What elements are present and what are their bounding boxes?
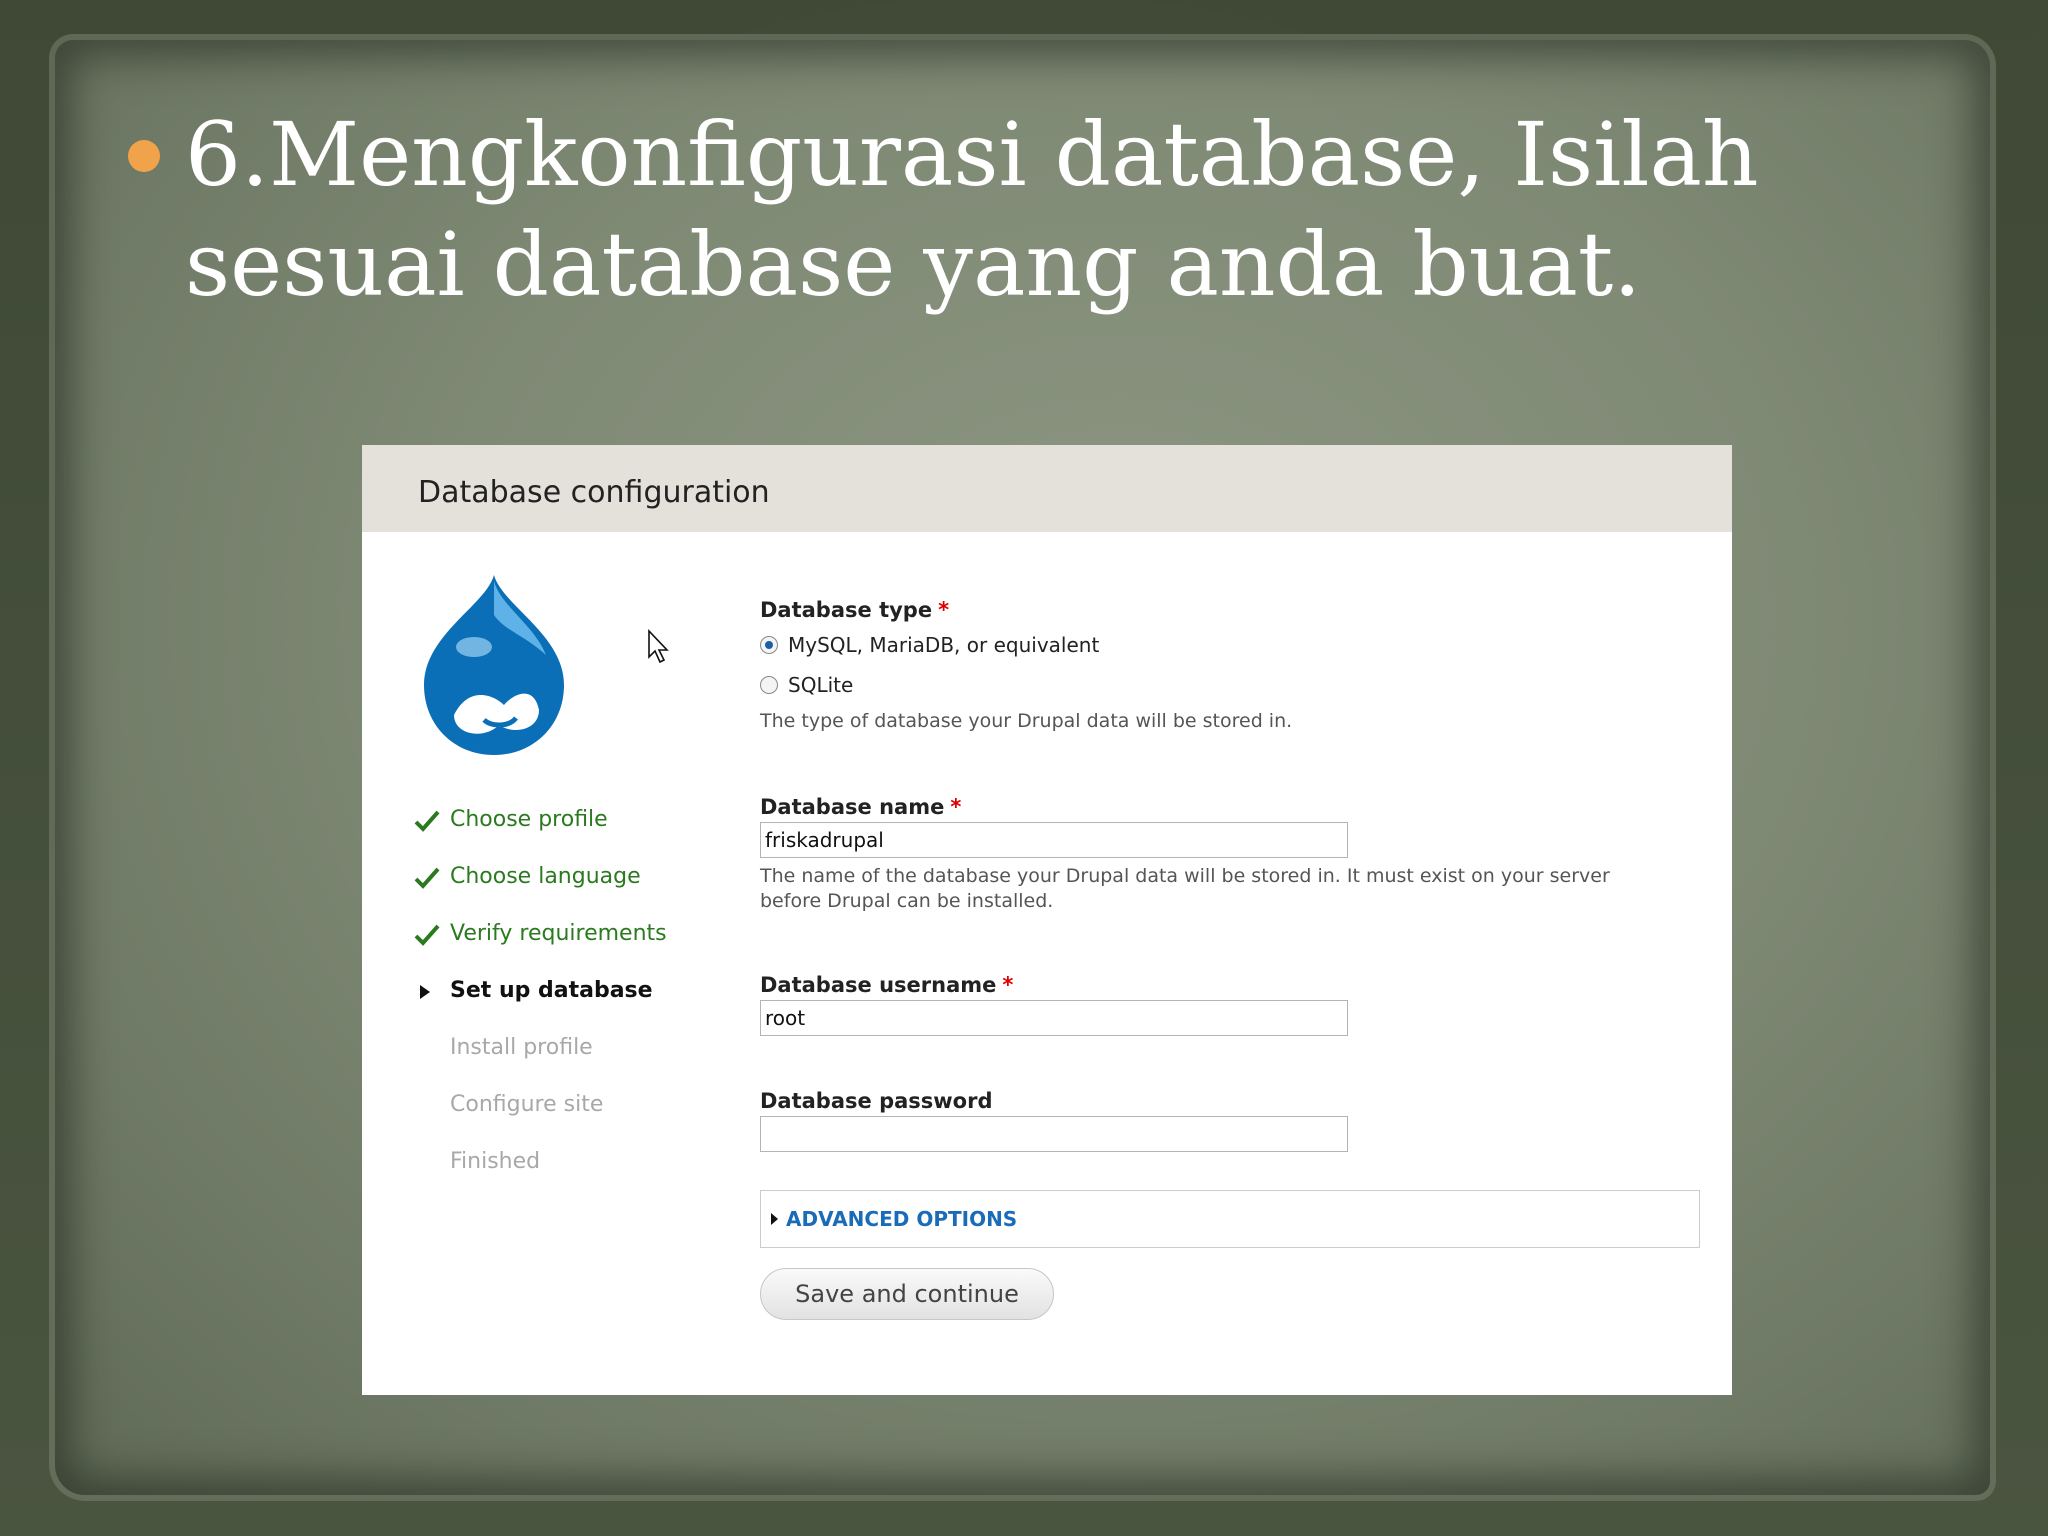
step-label: Install profile [450, 1035, 593, 1060]
step-label: Finished [450, 1149, 541, 1174]
step-label: Verify requirements [450, 921, 667, 946]
step-verify-requirements: Verify requirements [414, 919, 734, 976]
step-label: Configure site [450, 1092, 604, 1117]
db-type-label-text: Database type [760, 598, 933, 622]
mouse-pointer-icon [648, 629, 669, 664]
slide-title: 6.Mengkonfigurasi database, Isilah sesua… [185, 103, 1759, 316]
step-choose-profile: Choose profile [414, 805, 734, 862]
db-name-description: The name of the database your Drupal dat… [760, 865, 1610, 912]
db-username-label: Database username * [760, 970, 1710, 1000]
checkmark-icon [414, 810, 440, 832]
db-username-label-text: Database username [760, 973, 997, 997]
db-password-group: Database password [760, 1086, 1710, 1152]
database-form: Database type * MySQL, MariaDB, or equiva… [760, 595, 1710, 1320]
step-set-up-database: Set up database [414, 976, 734, 1033]
db-type-label: Database type * [760, 595, 1710, 625]
panel-heading: Database configuration [418, 475, 770, 510]
checkmark-icon [414, 924, 440, 946]
step-label: Choose profile [450, 807, 608, 832]
save-and-continue-button[interactable]: Save and continue [760, 1268, 1054, 1320]
step-finished: Finished [414, 1147, 734, 1204]
bullet-dot [128, 140, 160, 172]
radio-label: SQLite [788, 673, 854, 697]
db-username-input[interactable] [760, 1000, 1348, 1036]
drupal-drop-icon [424, 575, 564, 755]
installer-screenshot: Database configuration Choose profile Ch… [362, 445, 1732, 1395]
step-label: Set up database [450, 978, 653, 1003]
db-name-label-text: Database name [760, 795, 945, 819]
triangle-right-icon [771, 1213, 778, 1225]
panel-header: Database configuration [362, 445, 1732, 532]
db-type-group: Database type * MySQL, MariaDB, or equiva… [760, 595, 1710, 734]
triangle-right-icon [420, 985, 430, 999]
advanced-options-label: ADVANCED OPTIONS [786, 1207, 1018, 1231]
step-label: Choose language [450, 864, 641, 889]
db-type-description: The type of database your Drupal data wi… [760, 710, 1293, 732]
required-mark: * [1002, 973, 1014, 997]
db-password-label: Database password [760, 1089, 993, 1113]
required-mark: * [950, 795, 962, 819]
step-choose-language: Choose language [414, 862, 734, 919]
radio-button[interactable] [760, 676, 778, 694]
radio-option-sqlite[interactable]: SQLite [760, 665, 1710, 705]
installer-steps: Choose profile Choose language Verify re… [414, 805, 734, 1204]
db-name-group: Database name* The name of the database … [760, 792, 1710, 914]
db-password-input[interactable] [760, 1116, 1348, 1152]
db-name-input[interactable] [760, 822, 1348, 858]
advanced-options-toggle[interactable]: ADVANCED OPTIONS [760, 1190, 1700, 1248]
db-username-group: Database username * [760, 970, 1710, 1036]
radio-button[interactable] [760, 636, 778, 654]
db-name-label: Database name * [760, 792, 1710, 822]
checkmark-icon [414, 867, 440, 889]
radio-label: MySQL, MariaDB, or equivalent [788, 633, 1100, 657]
radio-option-mysql[interactable]: MySQL, MariaDB, or equivalent [760, 625, 1710, 665]
required-mark: * [938, 598, 950, 622]
step-install-profile: Install profile [414, 1033, 734, 1090]
step-configure-site: Configure site [414, 1090, 734, 1147]
